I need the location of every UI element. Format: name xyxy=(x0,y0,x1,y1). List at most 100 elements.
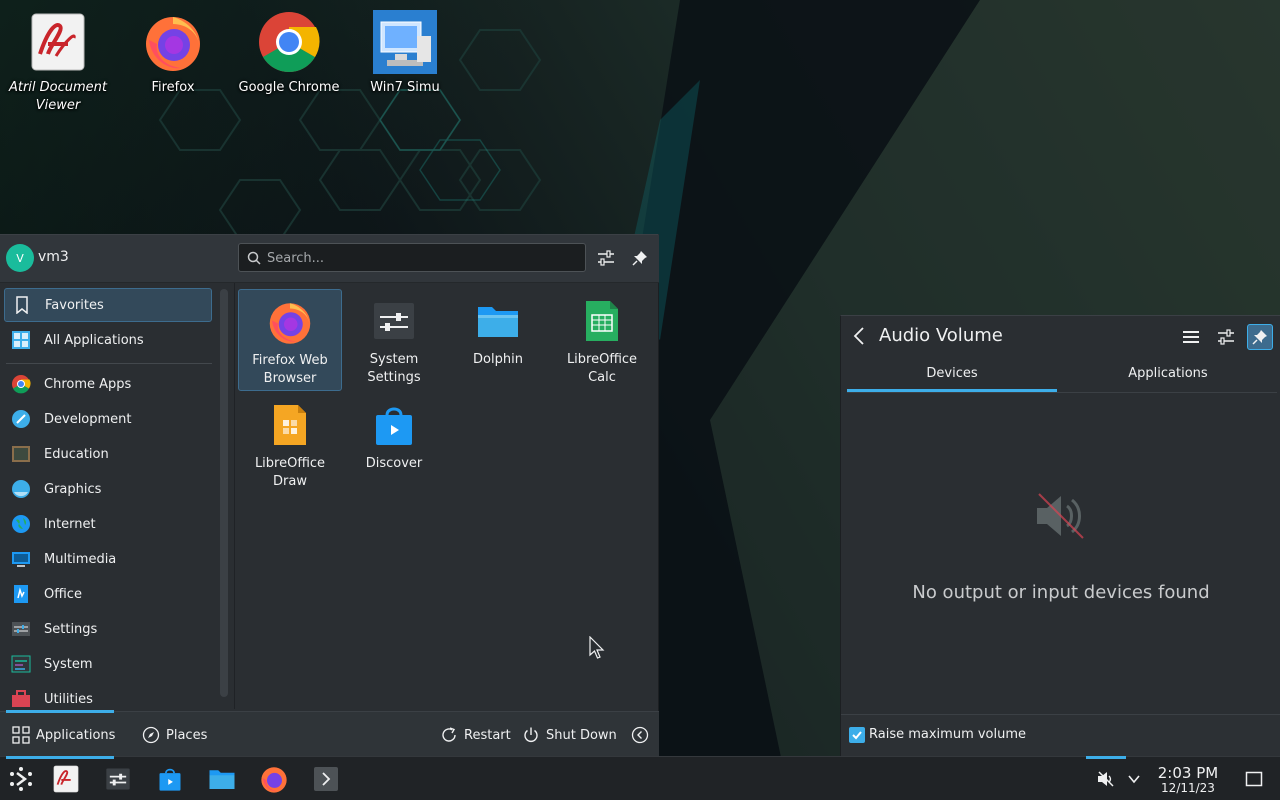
search-icon xyxy=(247,251,261,265)
settings-icon xyxy=(10,618,32,640)
pin-icon xyxy=(1252,330,1267,345)
raise-max-volume-checkbox[interactable] xyxy=(849,727,865,743)
category-label: Favorites xyxy=(45,297,104,313)
restart-button[interactable]: Restart xyxy=(440,724,511,746)
divider xyxy=(847,392,1277,393)
libreoffice-calc-icon xyxy=(586,301,618,341)
libreoffice-draw-icon xyxy=(274,405,306,445)
taskbar: 2:03 PM 12/11/23 xyxy=(0,756,1280,800)
dolphin-folder-icon xyxy=(478,307,518,337)
tab-devices[interactable]: Devices xyxy=(847,364,1057,392)
office-icon xyxy=(10,583,32,605)
application-launcher-button[interactable] xyxy=(5,763,37,795)
category-chrome-apps[interactable]: Chrome Apps xyxy=(4,367,212,401)
back-button[interactable] xyxy=(851,326,867,350)
taskbar-system-settings[interactable] xyxy=(102,763,134,795)
desktop-icon-label: Google Chrome xyxy=(238,80,340,95)
category-utilities[interactable]: Utilities xyxy=(4,682,212,709)
desktop-icon-label: Atril Document Viewer xyxy=(8,80,108,113)
clock-time[interactable]: 2:03 PM xyxy=(1148,764,1228,782)
category-label: Utilities xyxy=(44,691,93,707)
category-label: Settings xyxy=(44,621,98,637)
dolphin-folder-icon xyxy=(209,770,235,789)
username: vm3 xyxy=(38,249,69,265)
firefox-icon xyxy=(146,17,200,71)
kickoff-launcher-icon xyxy=(10,767,32,791)
app-label: Discover xyxy=(365,456,423,471)
category-development[interactable]: Development xyxy=(4,402,212,436)
leave-more-button[interactable] xyxy=(631,724,649,746)
category-sidebar: Favorites All Applications Chrome Apps D… xyxy=(0,283,218,709)
app-firefox[interactable]: Firefox Web Browser xyxy=(238,289,342,391)
category-education[interactable]: Education xyxy=(4,437,212,471)
taskbar-atril[interactable] xyxy=(50,763,82,795)
pin-icon xyxy=(632,251,647,266)
app-label: Firefox Web Browser xyxy=(252,353,328,386)
applications-tab[interactable]: Applications xyxy=(12,724,115,746)
app-label: LibreOffice Draw xyxy=(254,456,326,489)
category-multimedia[interactable]: Multimedia xyxy=(4,542,212,576)
category-label: Education xyxy=(44,446,109,462)
configure-button[interactable] xyxy=(595,247,617,269)
utilities-icon xyxy=(10,688,32,709)
configure-button[interactable] xyxy=(1213,324,1239,350)
places-tab[interactable]: Places xyxy=(142,724,207,746)
applications-tab-label: Applications xyxy=(36,727,116,743)
desktop-icon-firefox[interactable]: Firefox xyxy=(115,10,231,97)
clock-date[interactable]: 12/11/23 xyxy=(1148,781,1228,795)
category-graphics[interactable]: Graphics xyxy=(4,472,212,506)
system-icon xyxy=(10,653,32,675)
category-favorites[interactable]: Favorites xyxy=(4,288,212,322)
raise-max-volume-label[interactable]: Raise maximum volume xyxy=(869,727,1026,742)
pin-button[interactable] xyxy=(1247,324,1273,350)
education-icon xyxy=(10,443,32,465)
chrome-icon xyxy=(259,12,320,73)
app-libreoffice-calc[interactable]: LibreOffice Calc xyxy=(550,289,654,391)
app-label: LibreOffice Calc xyxy=(566,352,638,385)
discover-icon xyxy=(376,407,412,445)
category-label: Internet xyxy=(44,516,96,532)
tab-applications[interactable]: Applications xyxy=(1063,364,1273,392)
atril-icon xyxy=(31,13,85,71)
app-libreoffice-draw[interactable]: LibreOffice Draw xyxy=(238,393,342,495)
power-icon xyxy=(524,727,538,742)
checkmark-icon xyxy=(852,731,862,740)
category-label: Graphics xyxy=(44,481,102,497)
app-dolphin[interactable]: Dolphin xyxy=(446,289,550,391)
category-settings[interactable]: Settings xyxy=(4,612,212,646)
category-office[interactable]: Office xyxy=(4,577,212,611)
category-all-applications[interactable]: All Applications xyxy=(4,323,212,357)
category-system[interactable]: System xyxy=(4,647,212,681)
tray-expand-button[interactable] xyxy=(1118,763,1150,795)
sliders-icon xyxy=(1218,329,1234,345)
grid-icon xyxy=(10,329,32,351)
app-system-settings[interactable]: System Settings xyxy=(342,289,446,391)
taskbar-firefox[interactable] xyxy=(258,763,290,795)
shutdown-button[interactable]: Shut Down xyxy=(522,724,617,746)
search-input[interactable] xyxy=(267,248,577,268)
taskbar-terminal[interactable] xyxy=(310,763,342,795)
popup-footer: Raise maximum volume xyxy=(841,714,1280,757)
taskbar-dolphin[interactable] xyxy=(206,763,238,795)
divider xyxy=(6,363,212,364)
category-internet[interactable]: Internet xyxy=(4,507,212,541)
places-tab-label: Places xyxy=(166,727,208,743)
search-field[interactable] xyxy=(238,243,586,272)
menu-button[interactable] xyxy=(1178,324,1204,350)
desktop-icon-win7-simu[interactable]: Win7 Simu xyxy=(347,10,463,97)
show-desktop-button[interactable] xyxy=(1238,763,1270,795)
taskbar-discover[interactable] xyxy=(154,763,186,795)
desktop-icon-chrome[interactable]: Google Chrome xyxy=(231,10,347,97)
desktop-icon-atril[interactable]: Atril Document Viewer xyxy=(0,10,116,115)
desktop-icon-label: Win7 Simu xyxy=(370,80,440,95)
avatar[interactable]: V xyxy=(6,244,34,272)
graphics-icon xyxy=(10,478,32,500)
sidebar-scrollbar[interactable] xyxy=(220,289,228,697)
pin-button[interactable] xyxy=(629,247,651,269)
multimedia-icon xyxy=(10,548,32,570)
speaker-muted-icon xyxy=(1098,771,1114,787)
atril-icon xyxy=(53,765,79,793)
app-discover[interactable]: Discover xyxy=(342,393,446,495)
popup-title: Audio Volume xyxy=(879,325,1003,346)
category-label: Chrome Apps xyxy=(44,376,132,392)
